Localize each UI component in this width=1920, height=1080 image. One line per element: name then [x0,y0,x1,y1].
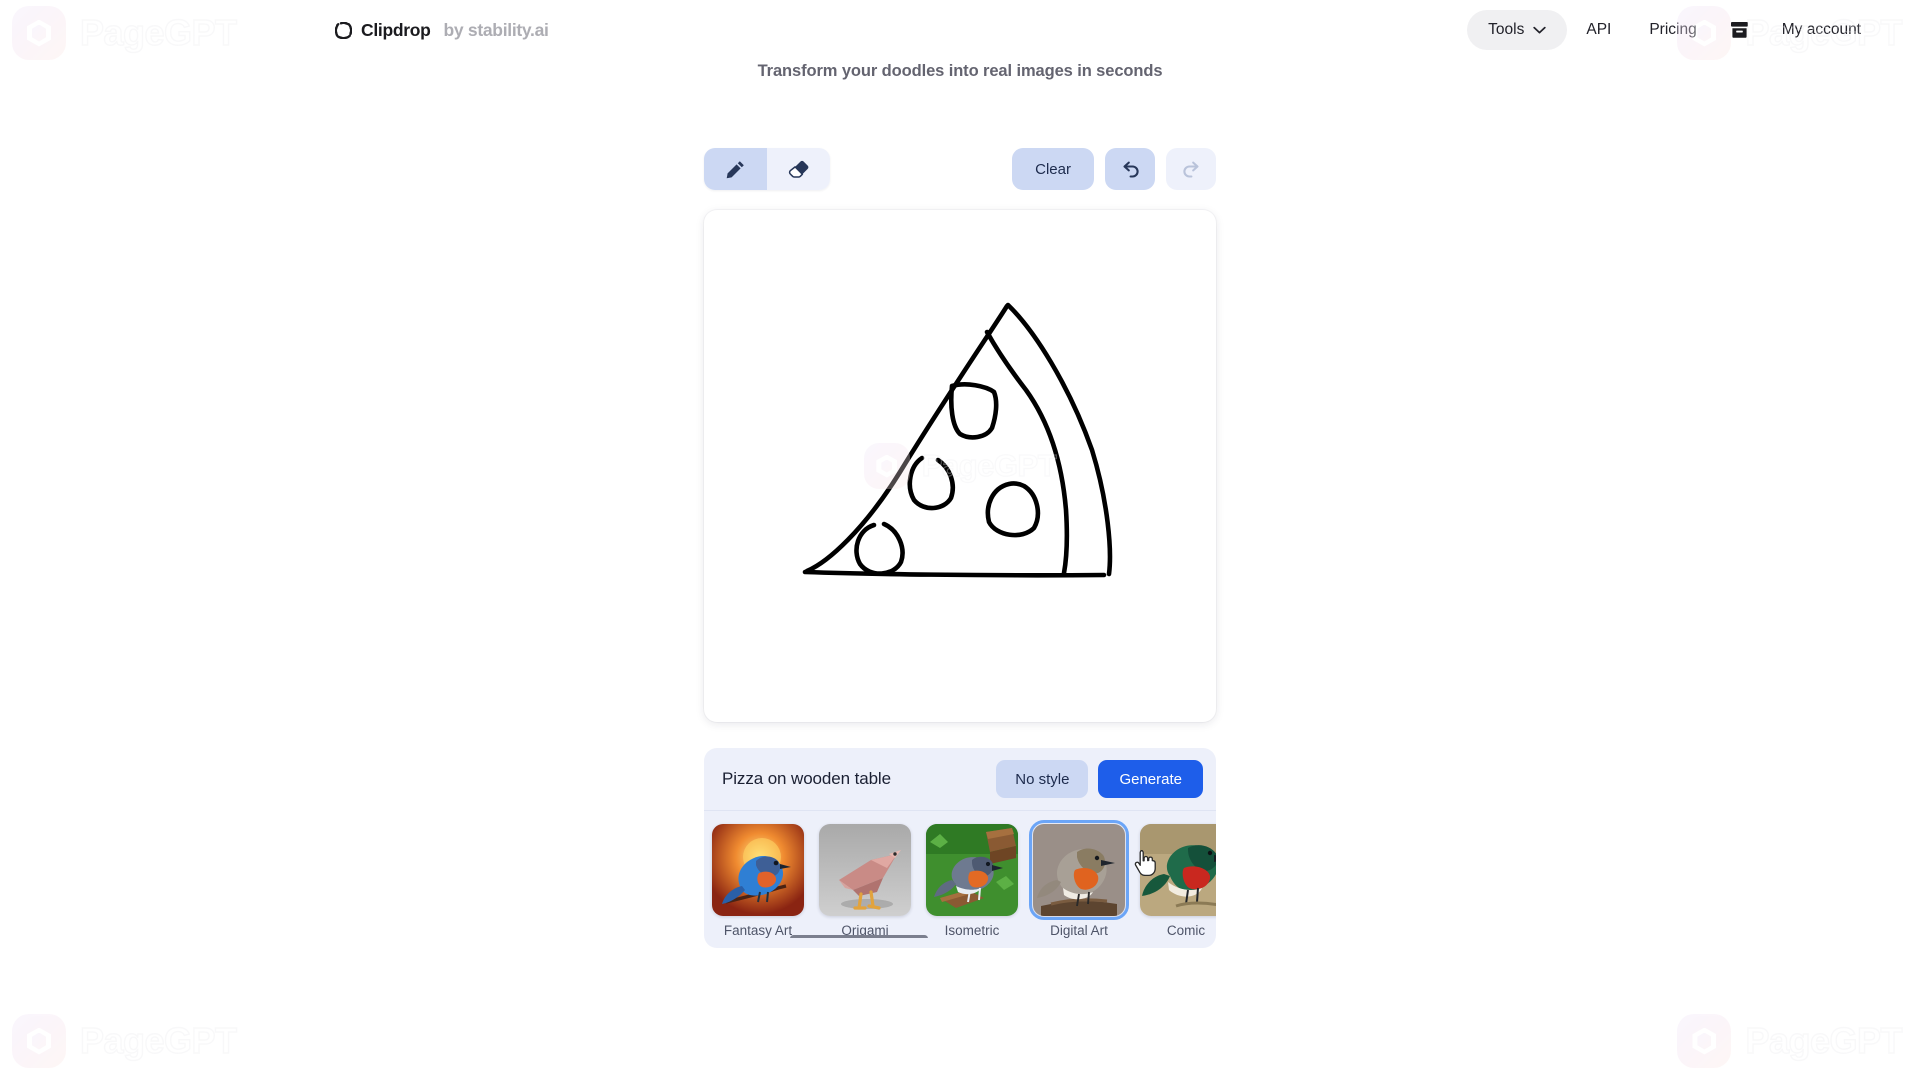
style-thumbnail [712,824,804,916]
page-tagline: Transform your doodles into real images … [757,62,1163,80]
styles-scrollbar-track[interactable] [712,935,1208,938]
prompt-row: Pizza on wooden table No style Generate [704,748,1216,811]
nav-tools-dropdown[interactable]: Tools [1467,10,1568,50]
redo-arrow-icon [1181,159,1202,179]
doodle-drawing [802,302,1113,578]
header-nav: Tools API Pricing My account [1467,10,1880,50]
style-thumbnail [926,824,1018,916]
style-item-comic[interactable]: Comic [1140,824,1216,938]
eraser-tool-button[interactable] [767,148,830,190]
style-item-digital-art[interactable]: Digital Art [1029,820,1129,938]
watermark-bottom-left: PageGPT [12,1014,238,1068]
style-thumbnail [1029,820,1129,920]
chevron-down-icon [1533,26,1547,34]
style-thumbnail-strip[interactable]: Fantasy Art Origami Isometric Digital Ar… [704,811,1216,938]
pencil-icon [725,159,746,180]
eraser-icon [788,159,810,180]
watermark-text: PageGPT [79,1019,237,1061]
generate-button[interactable]: Generate [1098,760,1203,798]
style-item-isometric[interactable]: Isometric [926,824,1018,938]
watermark-logo-icon [1677,1014,1732,1068]
watermark-text: PageGPT [1745,1019,1903,1061]
redo-button[interactable] [1166,148,1216,190]
prompt-input[interactable]: Pizza on wooden table [722,769,996,789]
clipdrop-dashed-circle-icon [335,21,352,39]
archive-box-icon[interactable] [1716,11,1763,49]
undo-button[interactable] [1105,148,1155,190]
brand-name: Clipdrop [361,19,431,40]
style-item-origami[interactable]: Origami [819,824,911,938]
site-header: Clipdrop by stability.ai Tools API Prici… [0,0,1920,60]
tool-group [704,148,830,190]
undo-arrow-icon [1120,159,1141,179]
style-selector-button[interactable]: No style [996,760,1089,798]
nav-link-my-account[interactable]: My account [1763,11,1880,49]
brand-subtitle: by stability.ai [443,19,549,40]
canvas-actions: Clear [1012,148,1216,190]
watermark-logo-icon [12,1014,66,1068]
clear-button[interactable]: Clear [1012,148,1094,190]
watermark-bottom-right: PageGPT [1677,1014,1903,1068]
nav-link-api[interactable]: API [1567,11,1630,49]
nav-link-pricing[interactable]: Pricing [1630,11,1715,49]
style-thumbnail [1140,824,1216,916]
nav-tools-label: Tools [1488,21,1525,38]
drawing-canvas[interactable]: PageGPT [704,210,1216,722]
styles-scrollbar-thumb[interactable] [790,935,928,938]
prompt-panel: Pizza on wooden table No style Generate [704,748,1216,948]
style-thumbnail [819,824,911,916]
drawing-toolbar: Clear [704,148,1216,190]
style-item-fantasy-art[interactable]: Fantasy Art [712,824,804,938]
pencil-tool-button[interactable] [704,148,767,190]
brand-logo[interactable]: Clipdrop by stability.ai [335,20,549,41]
